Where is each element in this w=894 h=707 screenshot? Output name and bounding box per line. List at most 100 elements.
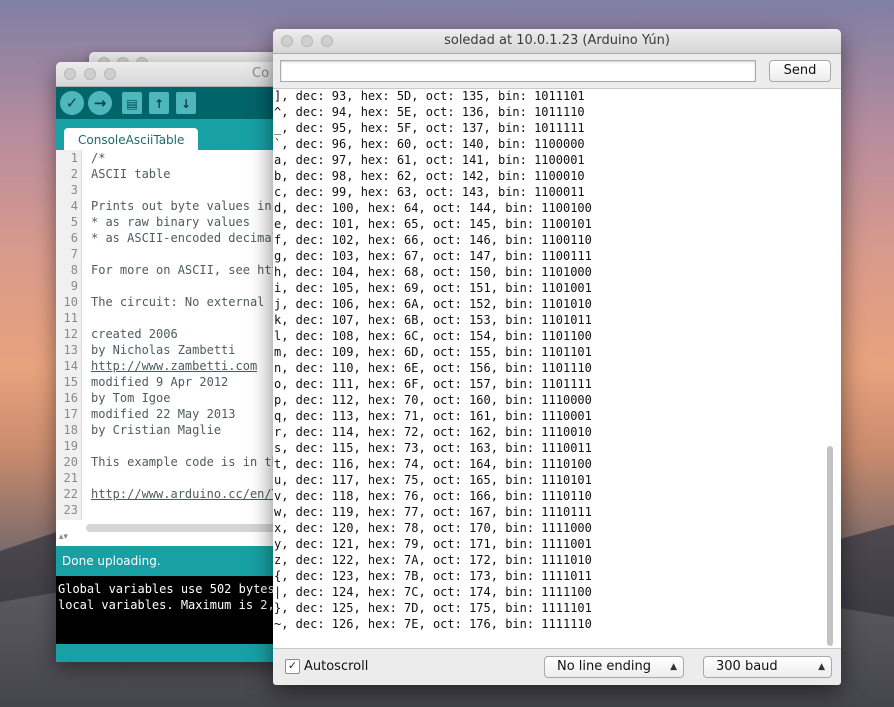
line-number: 5	[70, 215, 78, 229]
code-line: 20 This example code is in th	[56, 455, 279, 471]
ide-title-bar: Co	[56, 62, 286, 87]
monitor-title: soledad at 10.0.1.23 (Arduino Yún)	[444, 33, 670, 48]
code-line: 2 ASCII table	[56, 167, 171, 183]
console-output: Global variables use 502 bytes local var…	[56, 576, 286, 644]
code-link[interactable]: http://www.arduino.cc/en/T	[91, 487, 279, 501]
save-icon: ↓	[180, 97, 192, 111]
console-line: local variables. Maximum is 2,5	[58, 598, 282, 612]
tab-console-ascii-table[interactable]: ConsoleAsciiTable	[64, 128, 199, 152]
verify-icon: ✓	[65, 94, 79, 112]
code-text: This example code is in th	[91, 455, 279, 469]
send-button[interactable]: Send	[769, 60, 831, 82]
serial-output-line: c, dec: 99, hex: 63, oct: 143, bin: 1100…	[274, 185, 585, 199]
serial-output-line: e, dec: 101, hex: 65, oct: 145, bin: 110…	[274, 217, 592, 231]
serial-output-line: x, dec: 120, hex: 78, oct: 170, bin: 111…	[274, 521, 592, 535]
code-line: 1 /*	[56, 151, 106, 167]
line-number: 16	[63, 391, 78, 405]
line-number: 7	[70, 247, 78, 261]
code-text: created 2006	[91, 327, 178, 341]
serial-output-line: {, dec: 123, hex: 7B, oct: 173, bin: 111…	[274, 569, 592, 583]
code-line: 14 http://www.zambetti.com	[56, 359, 258, 375]
code-line: 4 Prints out byte values in	[56, 199, 272, 215]
serial-output-line: q, dec: 113, hex: 71, oct: 161, bin: 111…	[274, 409, 592, 423]
serial-output-line: s, dec: 115, hex: 73, oct: 163, bin: 111…	[274, 441, 592, 455]
line-number: 3	[70, 183, 78, 197]
code-line: 17 modified 22 May 2013	[56, 407, 236, 423]
output-vertical-scrollbar[interactable]	[827, 446, 833, 646]
code-line: 16 by Tom Igoe	[56, 391, 171, 407]
code-line: 21	[56, 471, 78, 487]
ide-footer	[56, 644, 286, 662]
status-bar: Done uploading.	[56, 546, 286, 576]
serial-output-line: j, dec: 106, hex: 6A, oct: 152, bin: 110…	[274, 297, 592, 311]
serial-output-line: g, dec: 103, hex: 67, oct: 147, bin: 110…	[274, 249, 592, 263]
ide-toolbar: ✓ → ▤ ↑ ↓	[56, 87, 286, 119]
baud-rate-value: 300 baud	[716, 659, 778, 674]
line-number: 22	[63, 487, 78, 501]
editor-horizontal-scrollbar[interactable]	[86, 524, 286, 532]
pane-divider[interactable]: ▴▾	[56, 532, 286, 544]
line-number: 20	[63, 455, 78, 469]
line-number: 19	[63, 439, 78, 453]
minimize-button[interactable]	[84, 68, 96, 80]
code-line: 6 * as ASCII-encoded decimal	[56, 231, 279, 247]
code-line: 22 http://www.arduino.cc/en/T	[56, 487, 279, 503]
line-number: 23	[63, 503, 78, 517]
serial-output-line: v, dec: 118, hex: 76, oct: 166, bin: 111…	[274, 489, 592, 503]
code-line: 19	[56, 439, 78, 455]
code-editor[interactable]: 1/* 2 ASCII table 3 4 Prints out byte values…	[56, 150, 286, 520]
serial-output-line: ], dec: 93, hex: 5D, oct: 135, bin: 1011…	[274, 89, 585, 103]
checkmark-icon: ✓	[287, 659, 298, 672]
code-link[interactable]: http://www.zambetti.com	[91, 359, 257, 373]
line-number: 21	[63, 471, 78, 485]
ide-tab-bar: ConsoleAsciiTable	[56, 119, 286, 152]
code-text: * as ASCII-encoded decimal	[91, 231, 279, 245]
code-line: 18 by Cristian Maglie	[56, 423, 222, 439]
arduino-ide-window: Co ✓ → ▤ ↑ ↓ ConsoleAsciiTable 1 /* 2 ASCI…	[56, 62, 286, 662]
upload-button[interactable]: →	[88, 91, 112, 115]
line-number: 1	[70, 151, 78, 165]
serial-output-line: p, dec: 112, hex: 70, oct: 160, bin: 111…	[274, 393, 592, 407]
serial-input-field[interactable]	[280, 60, 756, 82]
line-number: 17	[63, 407, 78, 421]
save-button[interactable]: ↓	[176, 92, 196, 114]
line-number: 8	[70, 263, 78, 277]
code-text: ASCII table	[91, 167, 171, 181]
open-button[interactable]: ↑	[149, 92, 169, 114]
serial-output-line: u, dec: 117, hex: 75, oct: 165, bin: 111…	[274, 473, 592, 487]
baud-rate-select[interactable]: 300 baud ▲	[703, 656, 832, 678]
autoscroll-label: Autoscroll	[304, 659, 369, 674]
serial-output-line: n, dec: 110, hex: 6E, oct: 156, bin: 110…	[274, 361, 592, 375]
zoom-button[interactable]	[104, 68, 116, 80]
serial-output-line: d, dec: 100, hex: 64, oct: 144, bin: 110…	[274, 201, 592, 215]
code-text: by Nicholas Zambetti	[91, 343, 236, 357]
serial-output-area[interactable]: ], dec: 93, hex: 5D, oct: 135, bin: 1011…	[273, 88, 841, 649]
code-text: Prints out byte values in	[91, 199, 272, 213]
serial-output-line: i, dec: 105, hex: 69, oct: 151, bin: 110…	[274, 281, 592, 295]
serial-output-line: t, dec: 116, hex: 74, oct: 164, bin: 111…	[274, 457, 592, 471]
code-line: 10 The circuit: No external	[56, 295, 265, 311]
autoscroll-checkbox[interactable]: ✓	[285, 659, 300, 674]
serial-output-line: h, dec: 104, hex: 68, oct: 150, bin: 110…	[274, 265, 592, 279]
console-line: Global variables use 502 bytes	[58, 582, 275, 596]
serial-output-line: w, dec: 119, hex: 77, oct: 167, bin: 111…	[274, 505, 592, 519]
code-text: by Tom Igoe	[91, 391, 171, 405]
new-button[interactable]: ▤	[122, 92, 142, 114]
serial-output-line: z, dec: 122, hex: 7A, oct: 172, bin: 111…	[274, 553, 592, 567]
monitor-title-bar: soledad at 10.0.1.23 (Arduino Yún)	[273, 29, 841, 54]
serial-output-line: m, dec: 109, hex: 6D, oct: 155, bin: 110…	[274, 345, 592, 359]
serial-output-line: |, dec: 124, hex: 7C, oct: 174, bin: 111…	[274, 585, 592, 599]
close-button[interactable]	[64, 68, 76, 80]
code-line: 9	[56, 279, 78, 295]
monitor-bottom-bar: ✓ Autoscroll No line ending ▲ 300 baud ▲	[273, 649, 841, 685]
open-icon: ↑	[153, 97, 165, 111]
verify-button[interactable]: ✓	[60, 91, 84, 115]
serial-output-line: a, dec: 97, hex: 61, oct: 141, bin: 1100…	[274, 153, 585, 167]
line-number: 13	[63, 343, 78, 357]
code-text: by Cristian Maglie	[91, 423, 222, 437]
code-line: 11	[56, 311, 78, 327]
line-ending-select[interactable]: No line ending ▲	[544, 656, 684, 678]
serial-output-line: l, dec: 108, hex: 6C, oct: 154, bin: 110…	[274, 329, 592, 343]
serial-output-line: f, dec: 102, hex: 66, oct: 146, bin: 110…	[274, 233, 592, 247]
code-text: * as raw binary values	[91, 215, 250, 229]
